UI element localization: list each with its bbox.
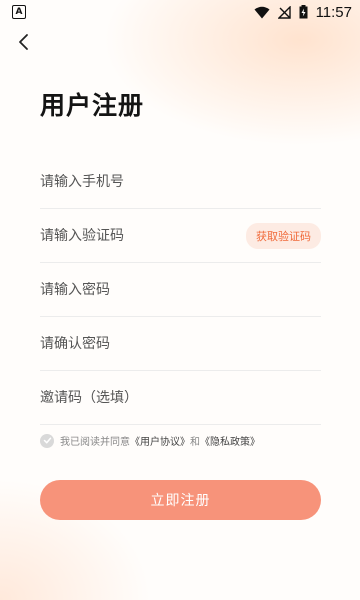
user-agreement-link[interactable]: 《用户协议》 <box>130 433 190 448</box>
agreement-prefix: 我已阅读并同意 <box>60 437 130 448</box>
register-button[interactable]: 立即注册 <box>40 480 321 520</box>
code-field-row: 获取验证码 <box>40 209 321 263</box>
registration-form: 获取验证码 <box>40 155 321 425</box>
wifi-icon <box>254 6 270 18</box>
password-input[interactable] <box>40 281 321 298</box>
invite-code-input[interactable] <box>40 389 321 406</box>
app-notification-icon: A <box>12 5 26 19</box>
agreement-checkbox[interactable] <box>40 433 54 448</box>
signal-off-icon <box>277 5 291 19</box>
invite-code-field-row <box>40 371 321 425</box>
confirm-password-input[interactable] <box>40 335 321 352</box>
chevron-left-icon <box>19 34 28 50</box>
get-code-button[interactable]: 获取验证码 <box>246 222 321 249</box>
phone-input[interactable] <box>40 173 321 190</box>
back-button[interactable] <box>12 30 36 54</box>
page-title: 用户注册 <box>40 91 145 120</box>
privacy-policy-link[interactable]: 《隐私政策》 <box>200 433 260 448</box>
status-time: 11:57 <box>315 3 352 21</box>
agreement-and: 和 <box>190 437 200 448</box>
agreement-row: 我已阅读并同意 《用户协议》 和 《隐私政策》 <box>40 433 260 448</box>
check-icon <box>43 437 51 444</box>
status-bar: A 11:57 <box>0 0 360 24</box>
phone-field-row <box>40 155 321 209</box>
battery-charging-icon <box>299 5 308 19</box>
confirm-password-field-row <box>40 317 321 371</box>
password-field-row <box>40 263 321 317</box>
